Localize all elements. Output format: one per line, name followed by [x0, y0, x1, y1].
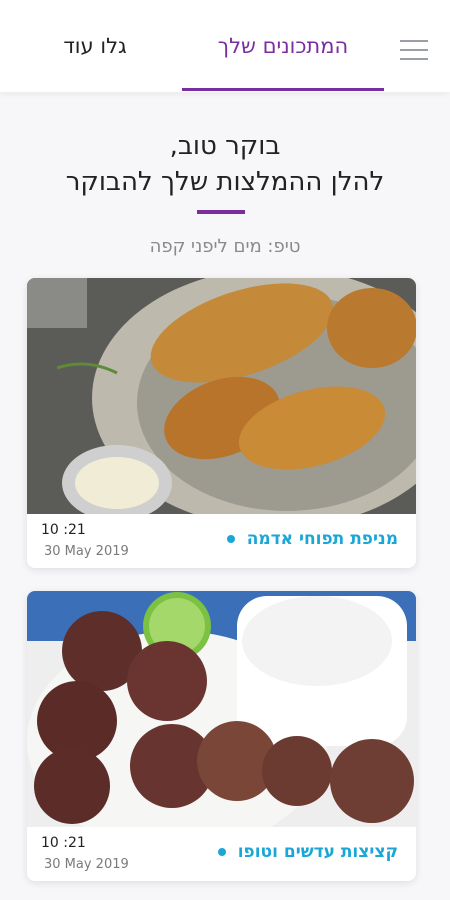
greeting-line-2: להלן ההמלצות שלך להבוקר: [65, 167, 385, 197]
recipe-title-text[interactable]: מניפת תפוחי אדמה: [247, 529, 398, 549]
top-app-bar: המתכונים שלך גלו עוד: [0, 0, 450, 92]
greeting-line-1: בוקר טוב,: [169, 131, 281, 161]
recipe-card[interactable]: מניפת תפוחי אדמה 10 :21 30 May 2019: [27, 278, 416, 568]
recipe-date: 30 May 2019: [44, 857, 129, 872]
daily-tip: טיפ: מים ליפני קפה: [149, 236, 301, 257]
greeting-divider: [197, 210, 245, 214]
tab-your-recipes[interactable]: המתכונים שלך: [182, 0, 384, 92]
recipe-title-text[interactable]: קציצות עדשים וטופו: [238, 842, 398, 862]
hasselback-potatoes-photo: [27, 278, 416, 514]
recipe-title[interactable]: קציצות עדשים וטופו: [217, 842, 398, 862]
lentil-tofu-patties-photo: [27, 591, 416, 827]
recipe-time: 10 :21: [41, 522, 86, 538]
recipe-date: 30 May 2019: [44, 544, 129, 559]
active-tab-indicator: [182, 88, 384, 91]
bullet-icon: [226, 535, 235, 543]
tab-discover-more[interactable]: גלו עוד: [20, 0, 170, 92]
hamburger-menu-icon[interactable]: [400, 40, 428, 62]
greeting-heading: בוקר טוב, להלן ההמלצות שלך להבוקר: [0, 128, 450, 200]
recipe-title[interactable]: מניפת תפוחי אדמה: [226, 529, 398, 549]
recipe-time: 10 :21: [41, 835, 86, 851]
recipe-card[interactable]: קציצות עדשים וטופו 10 :21 30 May 2019: [27, 591, 416, 881]
bullet-icon: [217, 848, 226, 856]
